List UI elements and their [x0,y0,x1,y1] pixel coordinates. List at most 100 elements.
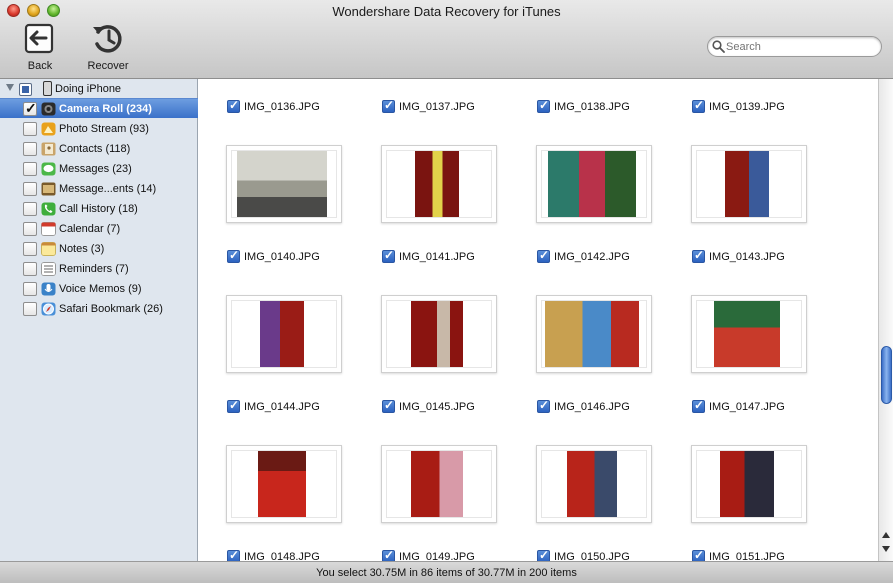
photo-thumbnail[interactable] [691,445,807,523]
photo-image [714,301,780,367]
photo-thumbnail[interactable] [691,295,807,373]
file-checkbox[interactable] [537,98,550,113]
window-title: Wondershare Data Recovery for iTunes [332,4,561,19]
photo-image [545,301,639,367]
messages-checkbox[interactable] [23,162,37,176]
disclosure-triangle-icon[interactable] [6,84,14,91]
file-checkbox[interactable] [692,398,705,413]
message-attachments-icon [41,182,56,196]
back-button[interactable]: Back [14,22,66,72]
photo-thumbnail[interactable] [226,145,342,223]
sidebar-item-label: Message...ents (14) [59,183,157,195]
file-checkbox[interactable] [227,98,240,113]
sidebar-item-label: Contacts (118) [59,143,131,155]
search-icon [712,40,725,53]
sidebar-item-reminders[interactable]: Reminders (7) [0,259,198,279]
photo-image [260,301,304,367]
file-checkbox[interactable] [692,548,705,561]
reminders-checkbox[interactable] [23,262,37,276]
contacts-icon [41,142,56,156]
contacts-checkbox[interactable] [23,142,37,156]
photo-thumbnail[interactable] [536,295,652,373]
sidebar-item-message-attachments[interactable]: Message...ents (14) [0,179,198,199]
photo-image [415,151,459,217]
sidebar-item-calendar[interactable]: Calendar (7) [0,219,198,239]
sidebar-item-contacts[interactable]: Contacts (118) [0,139,198,159]
sidebar-item-camera-roll[interactable]: Camera Roll (234) [0,98,198,118]
notes-icon [41,242,56,256]
sidebar-item-label: Call History (18) [59,203,138,215]
file-checkbox[interactable] [537,248,550,263]
photo-image [548,151,636,217]
file-checkbox[interactable] [692,98,705,113]
file-checkbox[interactable] [382,98,395,113]
scrollbar-thumb[interactable] [881,346,892,404]
photo-image [237,151,327,217]
recover-label: Recover [87,60,129,72]
file-name: IMG_0149.JPG [399,551,475,561]
sidebar-item-voice-memos[interactable]: Voice Memos (9) [0,279,198,299]
voice-memos-checkbox[interactable] [23,282,37,296]
file-checkbox[interactable] [382,248,395,263]
photo-image [258,451,306,517]
file-name: IMG_0142.JPG [554,251,630,263]
sidebar-item-label: Reminders (7) [59,263,129,275]
scroll-down-arrow-icon[interactable] [882,546,890,552]
photo-thumbnail[interactable] [381,145,497,223]
photo-stream-checkbox[interactable] [23,122,37,136]
safari-bookmark-checkbox[interactable] [23,302,37,316]
search-field[interactable] [707,36,882,57]
sidebar-item-photo-stream[interactable]: Photo Stream (93) [0,119,198,139]
sidebar-item-safari-bookmark[interactable]: Safari Bookmark (26) [0,299,198,319]
phone-icon [41,202,56,216]
sidebar: Doing iPhone Camera Roll (234) Photo Str… [0,79,198,561]
photo-thumbnail[interactable] [226,295,342,373]
photo-thumbnail[interactable] [381,295,497,373]
thumbnail-grid: IMG_0136.JPG IMG_0137.JPG IMG_0138.JPG I… [199,79,878,561]
file-checkbox[interactable] [382,548,395,561]
file-checkbox[interactable] [537,548,550,561]
photo-thumbnail[interactable] [536,145,652,223]
file-checkbox[interactable] [227,548,240,561]
file-name: IMG_0145.JPG [399,401,475,413]
selection-status: You select 30.75M in 86 items of 30.77M … [316,567,577,579]
file-name: IMG_0147.JPG [709,401,785,413]
microphone-icon [41,282,56,296]
file-name: IMG_0139.JPG [709,101,785,113]
device-checkbox[interactable] [19,83,32,96]
notes-checkbox[interactable] [23,242,37,256]
sidebar-item-notes[interactable]: Notes (3) [0,239,198,259]
photo-thumbnail[interactable] [226,445,342,523]
message-attachments-checkbox[interactable] [23,182,37,196]
camera-roll-checkbox[interactable] [23,100,37,117]
file-name: IMG_0138.JPG [554,101,630,113]
photo-thumbnail[interactable] [691,145,807,223]
reminders-icon [41,262,56,276]
file-name: IMG_0151.JPG [709,551,785,561]
photo-image [720,451,774,517]
call-history-checkbox[interactable] [23,202,37,216]
device-row[interactable]: Doing iPhone [0,80,198,98]
search-input[interactable] [726,39,876,54]
toolbar: Wondershare Data Recovery for iTunes Bac… [0,0,893,79]
photo-image [411,301,463,367]
vertical-scrollbar[interactable] [878,79,893,561]
iphone-icon [43,81,52,96]
device-label: Doing iPhone [55,83,122,95]
recover-button[interactable]: Recover [82,22,134,72]
photo-thumbnail[interactable] [536,445,652,523]
back-label: Back [27,60,53,72]
file-checkbox[interactable] [227,398,240,413]
calendar-icon [41,222,56,236]
file-checkbox[interactable] [382,398,395,413]
sidebar-item-messages[interactable]: Messages (23) [0,159,198,179]
photo-thumbnail[interactable] [381,445,497,523]
calendar-checkbox[interactable] [23,222,37,236]
file-checkbox[interactable] [537,398,550,413]
file-checkbox[interactable] [692,248,705,263]
back-icon [24,23,54,54]
sidebar-item-call-history[interactable]: Call History (18) [0,199,198,219]
scroll-up-arrow-icon[interactable] [882,532,890,538]
messages-icon [41,162,56,176]
file-checkbox[interactable] [227,248,240,263]
